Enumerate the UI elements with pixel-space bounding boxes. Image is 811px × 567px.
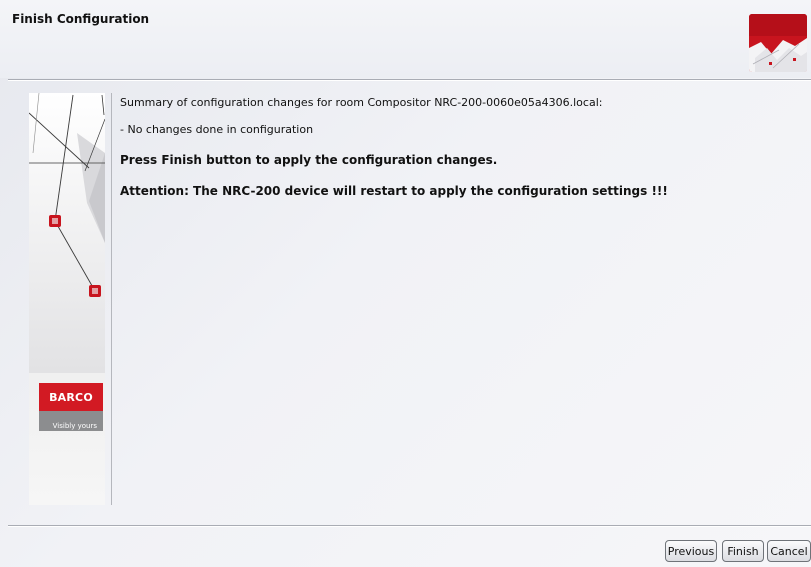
previous-button[interactable]: Previous — [665, 540, 717, 562]
brand-logo-text: BARCO — [39, 383, 103, 411]
press-finish-text: Press Finish button to apply the configu… — [120, 153, 498, 167]
bottom-separator — [8, 525, 811, 527]
barco-brand-logo: BARCO Visibly yours — [39, 383, 103, 447]
finish-button[interactable]: Finish — [722, 540, 764, 562]
cancel-button[interactable]: Cancel — [767, 540, 811, 562]
page-title: Finish Configuration — [12, 12, 150, 26]
brand-tagline: Visibly yours — [39, 411, 103, 431]
side-divider — [111, 93, 112, 505]
wizard-window: Finish Configuration BARCO Visibly yours… — [0, 0, 811, 567]
summary-text: Summary of configuration changes for roo… — [120, 96, 603, 109]
top-separator — [8, 79, 811, 81]
network-lines-graphic — [29, 93, 105, 373]
attention-text: Attention: The NRC-200 device will resta… — [120, 184, 668, 198]
header-bar: Finish Configuration — [0, 0, 811, 78]
side-graphic-panel: BARCO Visibly yours — [29, 93, 105, 505]
barco-corner-logo-icon — [749, 14, 807, 72]
no-changes-text: - No changes done in configuration — [120, 123, 314, 136]
